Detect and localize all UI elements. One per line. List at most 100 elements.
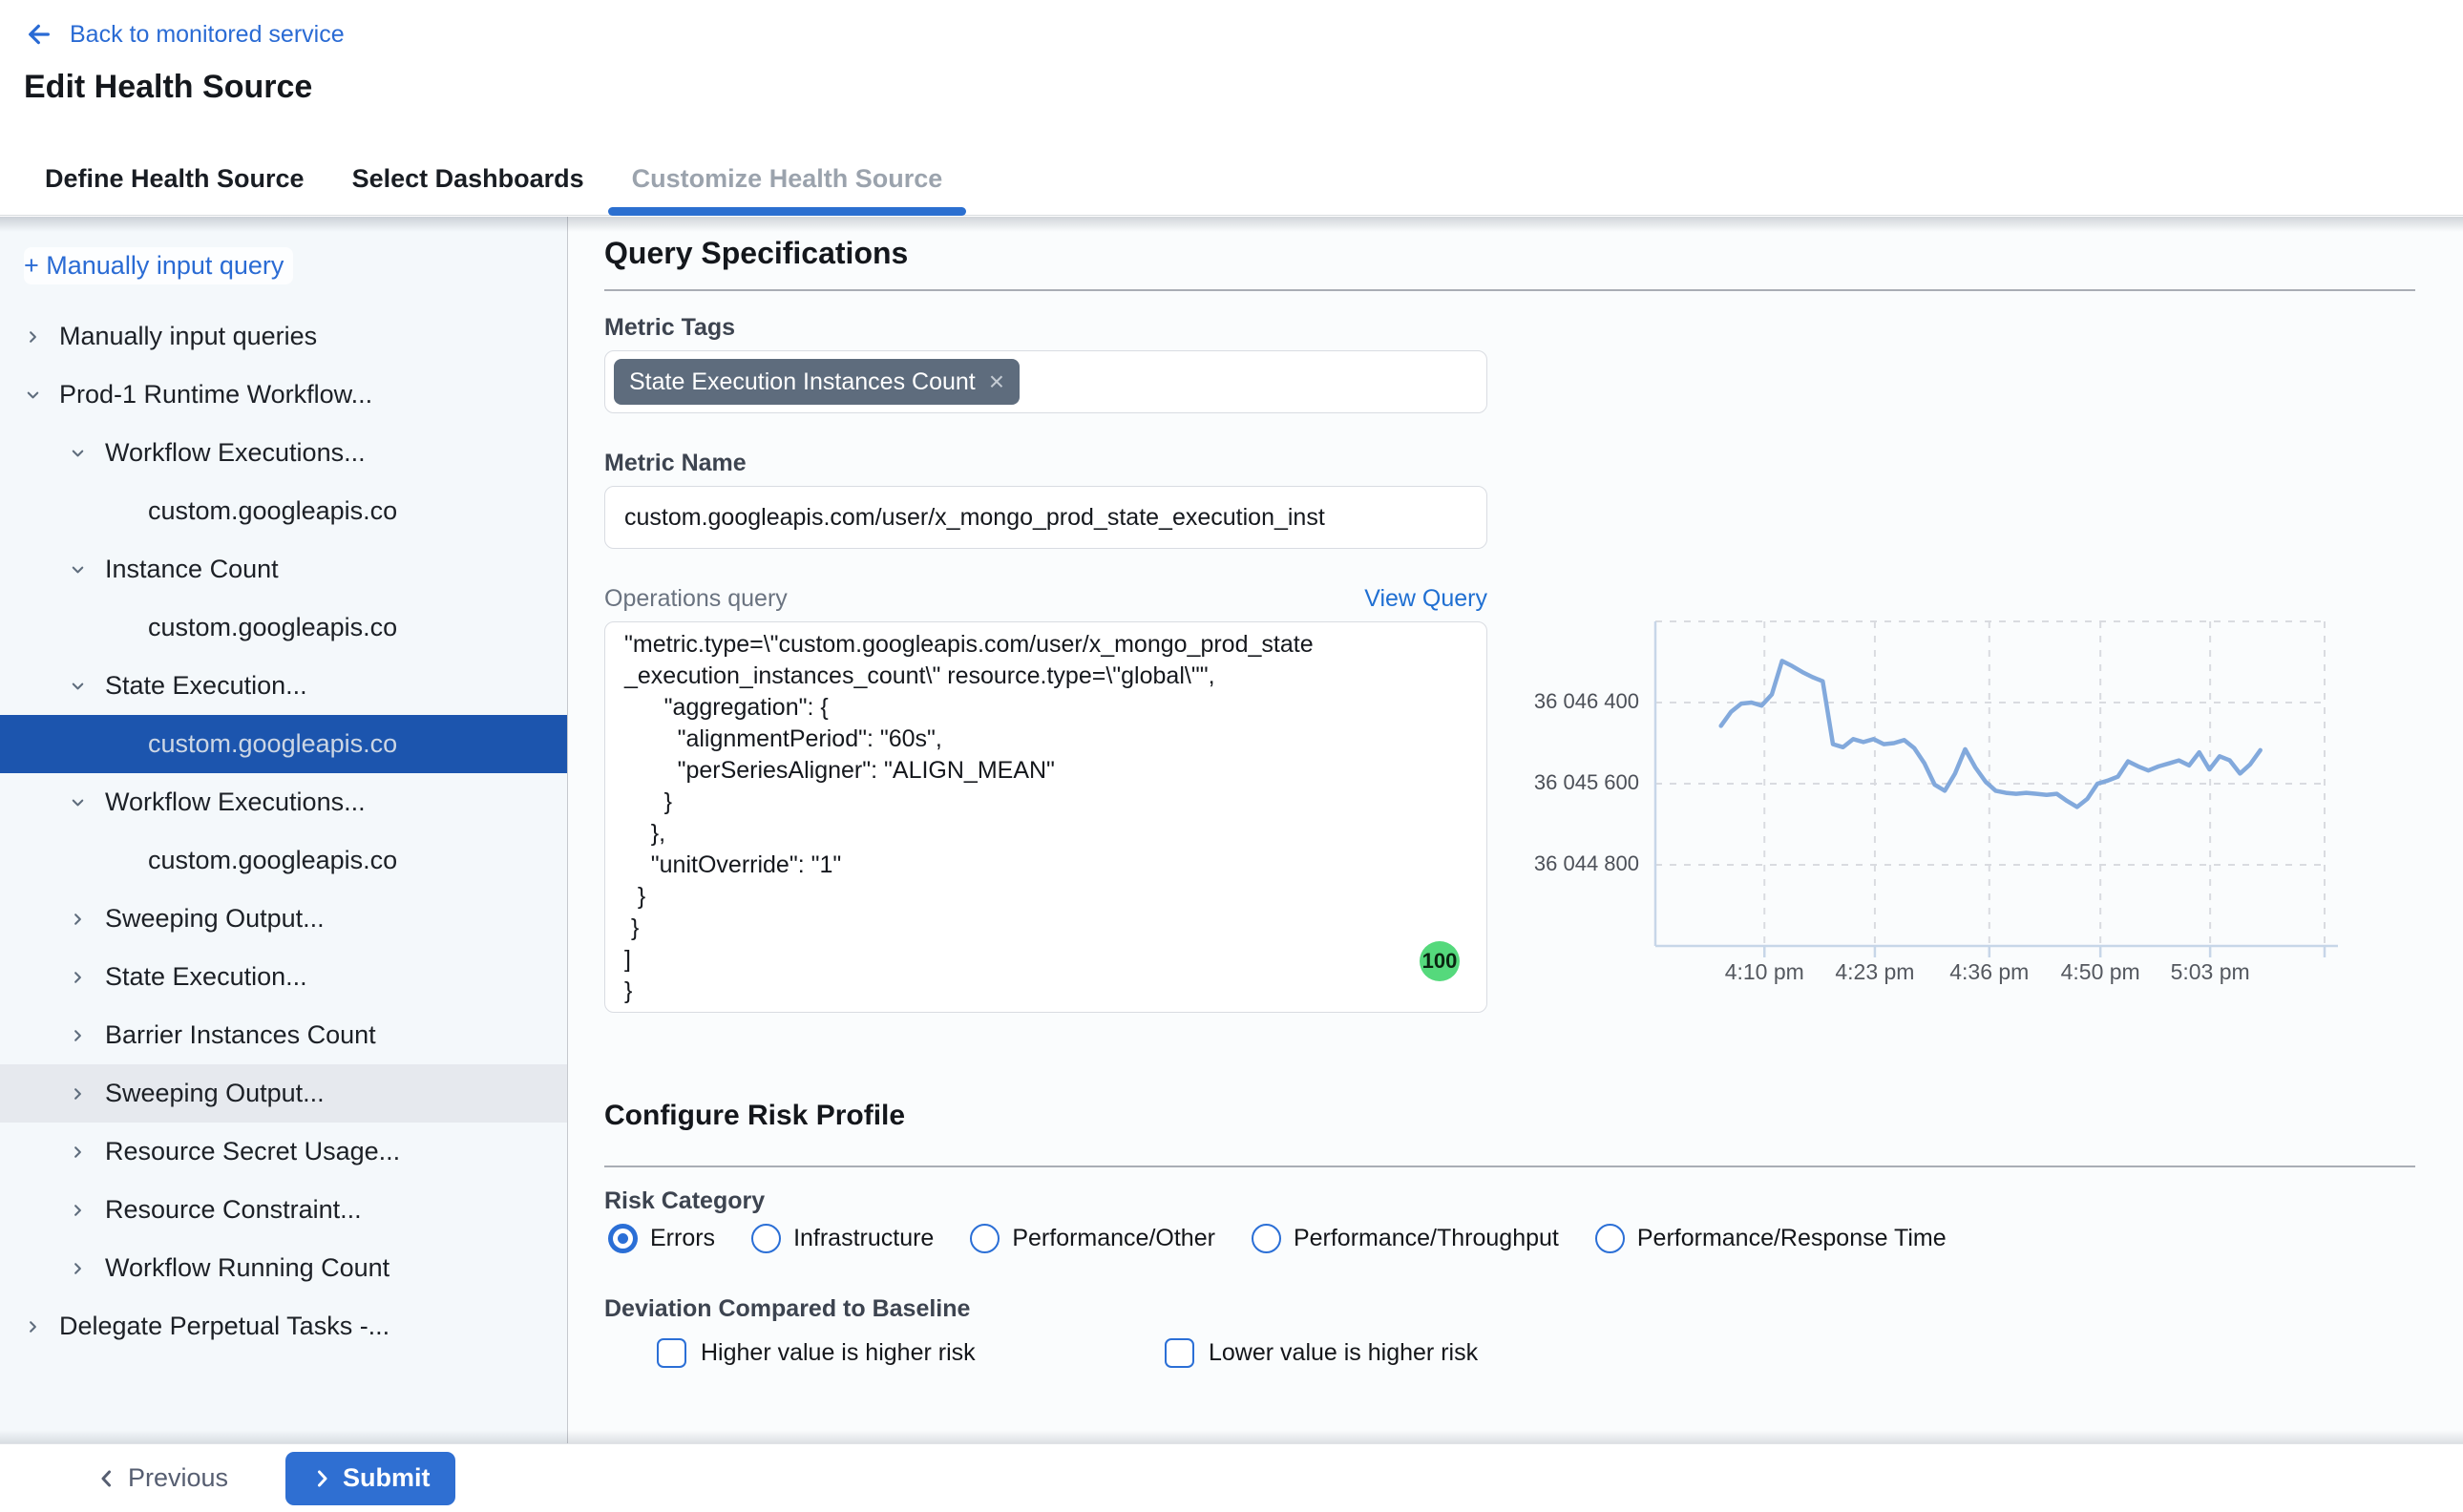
submit-button-label: Submit	[343, 1463, 431, 1493]
chevron-right-icon[interactable]	[24, 327, 42, 346]
tree-item-label: Resource Secret Usage...	[105, 1137, 400, 1166]
radio-icon[interactable]	[970, 1224, 1000, 1253]
tree-item[interactable]: Resource Constraint...	[0, 1181, 567, 1239]
tab-define-health-source[interactable]: Define Health Source	[21, 143, 328, 215]
tree-item[interactable]: Sweeping Output...	[0, 890, 567, 948]
risk-category-infrastructure[interactable]: Infrastructure	[751, 1224, 934, 1253]
content-area: + Manually input query Manually input qu…	[0, 217, 2463, 1443]
section-divider	[604, 289, 2415, 291]
risk-category-errors[interactable]: Errors	[608, 1224, 715, 1253]
radio-label: Performance/Response Time	[1637, 1225, 1947, 1252]
configure-risk-profile-title: Configure Risk Profile	[604, 1100, 905, 1132]
tree-item-label: custom.googleapis.co	[148, 846, 397, 875]
query-specifications-title: Query Specifications	[604, 236, 908, 271]
chevron-right-icon[interactable]	[24, 1317, 42, 1335]
tree-item[interactable]: Workflow Running Count	[0, 1239, 567, 1297]
tree-item-label: custom.googleapis.co	[148, 613, 397, 642]
add-query-link[interactable]: + Manually input query	[24, 247, 293, 284]
chevron-right-icon	[310, 1467, 333, 1490]
tree-item-label: Workflow Executions...	[105, 788, 366, 817]
metric-tag-chip: State Execution Instances Count ×	[614, 359, 1020, 405]
chevron-down-icon[interactable]	[69, 560, 87, 578]
tree-item[interactable]: Resource Secret Usage...	[0, 1123, 567, 1181]
metric-tag-chip-label: State Execution Instances Count	[629, 368, 976, 396]
previous-button-label: Previous	[128, 1463, 228, 1493]
tree-item[interactable]: Manually input queries	[0, 307, 567, 366]
tree-item-label: Sweeping Output...	[105, 904, 325, 934]
tree-item[interactable]: Workflow Executions...	[0, 773, 567, 831]
radio-icon[interactable]	[1595, 1224, 1625, 1253]
chevron-right-icon[interactable]	[69, 1201, 87, 1219]
risk-category-performance-response-time[interactable]: Performance/Response Time	[1595, 1224, 1947, 1253]
tree-item[interactable]: custom.googleapis.co	[0, 482, 567, 540]
tree-item[interactable]: Barrier Instances Count	[0, 1006, 567, 1064]
chevron-down-icon[interactable]	[69, 444, 87, 462]
tree-item-label: custom.googleapis.co	[148, 496, 397, 526]
metric-line-series	[1721, 661, 2261, 807]
chevron-left-icon	[95, 1467, 118, 1490]
tab-customize-health-source[interactable]: Customize Health Source	[608, 143, 967, 215]
chevron-down-icon[interactable]	[69, 677, 87, 695]
chevron-right-icon[interactable]	[69, 1026, 87, 1044]
tree-item-label: Resource Constraint...	[105, 1195, 362, 1225]
back-arrow-icon	[24, 19, 54, 50]
tree-item-label: Sweeping Output...	[105, 1079, 325, 1108]
radio-selected-icon[interactable]	[608, 1224, 638, 1253]
chevron-down-icon[interactable]	[69, 793, 87, 811]
tree-item-label: Delegate Perpetual Tasks -...	[59, 1312, 389, 1341]
tree-item[interactable]: Sweeping Output...	[0, 1064, 567, 1123]
chevron-right-icon[interactable]	[69, 1143, 87, 1161]
view-query-link[interactable]: View Query	[1364, 585, 1487, 613]
chevron-right-icon[interactable]	[69, 910, 87, 928]
query-health-badge: 100	[1420, 941, 1460, 981]
tree-item[interactable]: State Execution...	[0, 657, 567, 715]
chevron-right-icon[interactable]	[69, 1259, 87, 1277]
checkbox-higher-value-is-higher-risk[interactable]: Higher value is higher risk	[657, 1338, 1165, 1368]
tree-item[interactable]: Instance Count	[0, 540, 567, 598]
metric-name-input[interactable]	[604, 486, 1487, 549]
radio-label: Performance/Throughput	[1294, 1225, 1559, 1252]
back-link-label: Back to monitored service	[70, 21, 345, 49]
risk-category-performance-throughput[interactable]: Performance/Throughput	[1252, 1224, 1559, 1253]
tab-select-dashboards[interactable]: Select Dashboards	[328, 143, 608, 215]
checkbox-icon[interactable]	[657, 1338, 686, 1368]
tree-item[interactable]: custom.googleapis.co	[0, 598, 567, 657]
tree-item[interactable]: custom.googleapis.co	[0, 831, 567, 890]
operations-query-label: Operations query	[604, 585, 788, 613]
metric-tags-label: Metric Tags	[604, 314, 735, 342]
metric-tags-input[interactable]: State Execution Instances Count ×	[604, 350, 1487, 413]
query-sidebar: + Manually input query Manually input qu…	[0, 217, 568, 1443]
operations-query-editor[interactable]: "filter": "metric.type=\"custom.googleap…	[604, 621, 1487, 1013]
submit-button[interactable]: Submit	[285, 1452, 455, 1505]
chevron-right-icon[interactable]	[69, 1084, 87, 1102]
radio-icon[interactable]	[751, 1224, 781, 1253]
tree-item[interactable]: State Execution...	[0, 948, 567, 1006]
tree-item-label: Workflow Executions...	[105, 438, 366, 468]
radio-label: Errors	[650, 1225, 715, 1252]
risk-category-label: Risk Category	[604, 1187, 765, 1215]
tree-item-label: Prod-1 Runtime Workflow...	[59, 380, 372, 410]
tree-item[interactable]: Workflow Executions...	[0, 424, 567, 482]
risk-category-performance-other[interactable]: Performance/Other	[970, 1224, 1215, 1253]
chevron-right-icon[interactable]	[69, 968, 87, 986]
operations-query-row: Operations query View Query	[604, 585, 1487, 613]
checkbox-lower-value-is-higher-risk[interactable]: Lower value is higher risk	[1165, 1338, 1478, 1368]
previous-button[interactable]: Previous	[95, 1463, 228, 1493]
radio-label: Infrastructure	[793, 1225, 934, 1252]
remove-tag-icon[interactable]: ×	[989, 368, 1004, 395]
tree-item[interactable]: Prod-1 Runtime Workflow...	[0, 366, 567, 424]
risk-section-divider	[604, 1166, 2415, 1167]
checkbox-icon[interactable]	[1165, 1338, 1194, 1368]
tree-item[interactable]: custom.googleapis.co	[0, 715, 567, 773]
tree-item-label: Workflow Running Count	[105, 1253, 389, 1283]
metric-name-label: Metric Name	[604, 450, 747, 477]
radio-icon[interactable]	[1252, 1224, 1281, 1253]
chevron-down-icon[interactable]	[24, 386, 42, 404]
y-axis-label: 36 045 600	[1523, 770, 1639, 795]
query-tree: Manually input queries Prod-1 Runtime Wor…	[0, 307, 567, 1355]
back-link[interactable]: Back to monitored service	[24, 19, 345, 50]
main-panel: Query Specifications Metric Tags State E…	[568, 217, 2463, 1443]
checkbox-label: Higher value is higher risk	[701, 1339, 976, 1367]
risk-category-options: Errors Infrastructure Performance/Other Per…	[608, 1224, 1947, 1253]
tree-item[interactable]: Delegate Perpetual Tasks -...	[0, 1297, 567, 1355]
